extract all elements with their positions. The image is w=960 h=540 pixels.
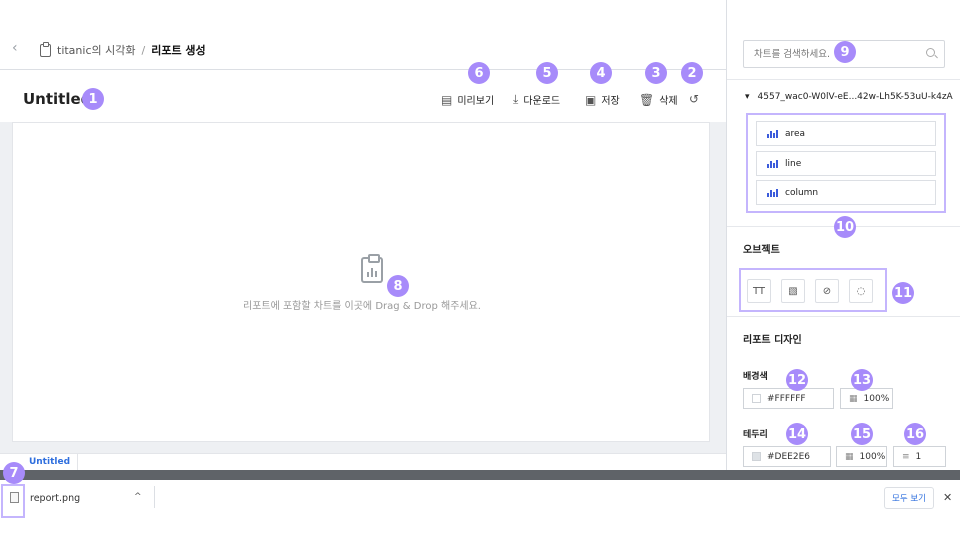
close-icon[interactable]: ✕ (943, 491, 952, 504)
report-editor: ‹ titanic의 시각화 / 리포트 생성 Untitled ▤ 미리보기 … (0, 0, 726, 471)
border-opacity-field[interactable]: ▦ 100% (836, 446, 887, 467)
refresh-button[interactable]: ↺ (689, 92, 699, 106)
chart-item-line[interactable]: line (756, 151, 936, 176)
background-opacity-value: 100% (863, 393, 890, 404)
dropzone-hint: 리포트에 포함할 차트를 이곳에 Drag & Drop 해주세요. (243, 301, 481, 312)
clipboard-icon (40, 41, 51, 57)
delete-label: 삭제 (659, 96, 678, 107)
background-color-field[interactable]: #FFFFFF (743, 388, 834, 409)
badge: 14 (786, 423, 808, 445)
border-color-field[interactable]: #DEE2E6 (743, 446, 831, 467)
bar-chart-icon (767, 188, 778, 197)
line-width-icon: ≡ (902, 451, 910, 462)
text-icon: TT (752, 285, 766, 297)
file-icon[interactable] (10, 492, 19, 503)
download-icon: ⤓ (513, 92, 519, 106)
badge: 8 (387, 275, 409, 297)
save-icon: ▣ (585, 92, 597, 107)
tab-untitled[interactable]: Untitled (22, 454, 78, 471)
title-row: Untitled ▤ 미리보기 ⤓ 다운로드 ▣ 저장 🗑 삭제 ↺ (0, 70, 726, 122)
badge: 6 (468, 62, 490, 84)
download-label: 다운로드 (523, 96, 561, 107)
window-divider (0, 470, 960, 480)
badge: 9 (834, 41, 856, 63)
badge: 5 (536, 62, 558, 84)
border-width-value: 1 (915, 451, 922, 462)
report-canvas-dropzone[interactable]: 리포트에 포함할 차트를 이곳에 Drag & Drop 해주세요. (12, 122, 710, 442)
image-icon: ▧ (788, 285, 798, 297)
download-file-name[interactable]: report.png (30, 493, 80, 504)
search-icon[interactable] (926, 48, 935, 57)
badge: 2 (681, 62, 703, 84)
image-object-button[interactable]: ▧ (781, 279, 805, 303)
back-chevron-icon[interactable]: ‹ (12, 40, 18, 56)
color-swatch (752, 394, 761, 403)
save-label: 저장 (601, 96, 620, 107)
border-label: 테두리 (743, 430, 768, 440)
background-color-value: #FFFFFF (767, 393, 806, 404)
download-button[interactable]: ⤓ 다운로드 (513, 92, 560, 107)
refresh-icon: ↺ (689, 92, 700, 106)
badge: 15 (851, 423, 873, 445)
chart-item-label: column (785, 187, 819, 198)
trash-icon: 🗑 (639, 92, 655, 107)
badge: 12 (786, 369, 808, 391)
bar-chart-icon (767, 159, 778, 168)
save-button[interactable]: ▣ 저장 (585, 92, 620, 108)
bar-chart-icon (767, 129, 778, 138)
show-all-downloads-button[interactable]: 모두 보기 (884, 487, 934, 509)
dataset-row[interactable]: ▾ 4557_wac0-W0lV-eE...42w-Lh5K-53uU-k4zA (745, 92, 953, 102)
badge: 3 (645, 62, 667, 84)
chart-item-label: area (785, 128, 806, 139)
chevron-up-icon[interactable]: ^ (134, 492, 142, 502)
clipboard-chart-icon (361, 254, 383, 283)
text-object-button[interactable]: TT (747, 279, 771, 303)
link-object-button[interactable]: ⊘ (815, 279, 839, 303)
breadcrumb: titanic의 시각화 / 리포트 생성 (40, 41, 206, 58)
border-opacity-value: 100% (859, 451, 886, 462)
badge: 1 (82, 88, 104, 110)
download-bar (0, 480, 960, 540)
badge: 4 (590, 62, 612, 84)
border-color-value: #DEE2E6 (767, 451, 810, 462)
chart-item-area[interactable]: area (756, 121, 936, 146)
collapse-caret-icon[interactable]: ▾ (745, 92, 750, 102)
opacity-icon: ▦ (845, 451, 854, 462)
preview-label: 미리보기 (457, 96, 495, 107)
badge: 13 (851, 369, 873, 391)
delete-button[interactable]: 🗑 삭제 (639, 92, 678, 108)
preview-button[interactable]: ▤ 미리보기 (441, 92, 495, 108)
badge: 16 (904, 423, 926, 445)
select-area-icon: ◌ (856, 285, 866, 297)
breadcrumb-separator: / (141, 43, 146, 57)
chart-item-label: line (785, 158, 802, 169)
link-icon: ⊘ (822, 285, 832, 297)
breadcrumb-parent[interactable]: titanic의 시각화 (57, 42, 135, 58)
report-design-title: 리포트 디자인 (743, 335, 802, 346)
background-opacity-field[interactable]: ▦ 100% (840, 388, 893, 409)
badge: 10 (834, 216, 856, 238)
object-tools: TT ▧ ⊘ ◌ (739, 268, 887, 312)
border-width-field[interactable]: ≡ 1 (893, 446, 946, 467)
opacity-icon: ▦ (849, 393, 858, 404)
page-tab-bar: Untitled (0, 453, 726, 471)
badge: 11 (892, 282, 914, 304)
objects-title: 오브젝트 (743, 245, 780, 256)
area-object-button[interactable]: ◌ (849, 279, 873, 303)
divider (154, 486, 155, 508)
chart-list: area line column (746, 113, 946, 213)
preview-clipboard-icon: ▤ (441, 92, 453, 107)
breadcrumb-current: 리포트 생성 (151, 44, 206, 57)
dataset-name: 4557_wac0-W0lV-eE...42w-Lh5K-53uU-k4zA (757, 92, 953, 102)
badge: 7 (3, 462, 25, 484)
chart-item-column[interactable]: column (756, 180, 936, 205)
color-swatch (752, 452, 761, 461)
background-label: 배경색 (743, 372, 768, 382)
top-bar: ‹ titanic의 시각화 / 리포트 생성 (0, 0, 726, 70)
